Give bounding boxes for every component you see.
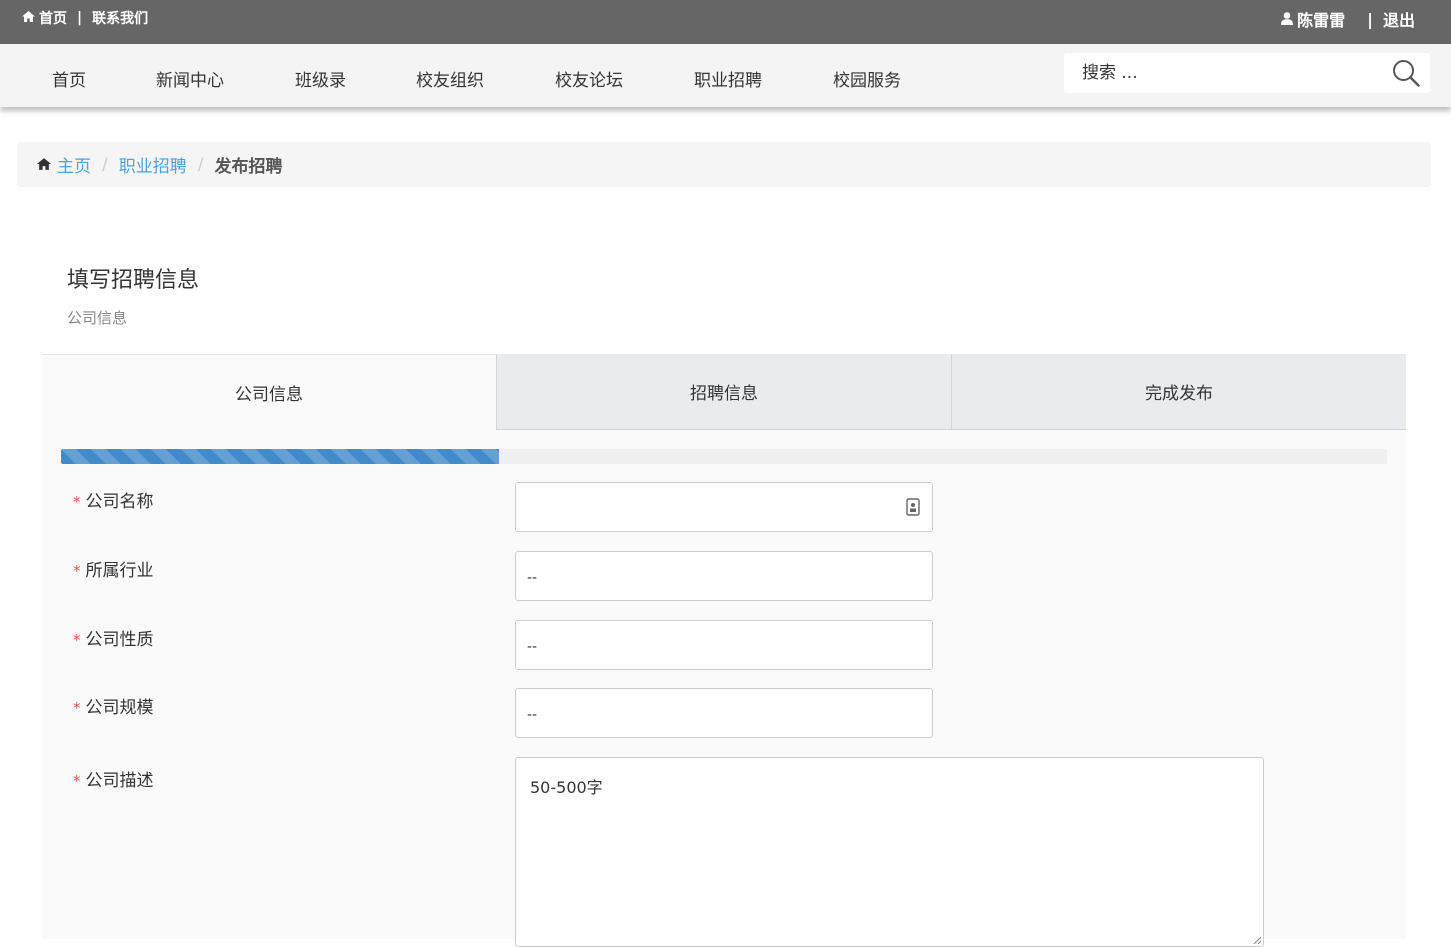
top-home-link[interactable]: 首页 (39, 8, 67, 28)
separator: | (77, 10, 83, 26)
required-mark: * (73, 772, 81, 790)
breadcrumb-current: 发布招聘 (214, 157, 283, 177)
required-mark: * (73, 699, 81, 717)
description-label: * 公司描述 (73, 771, 154, 791)
nav-item-alumni-org[interactable]: 校友组织 (416, 66, 484, 91)
progress-bar (61, 449, 1387, 464)
progress-fill (61, 449, 499, 464)
search-icon[interactable] (1392, 59, 1420, 87)
home-icon (37, 155, 51, 175)
user-icon (1281, 10, 1294, 29)
breadcrumb-home-link[interactable]: 主页 (57, 152, 91, 177)
company-name-field[interactable] (515, 482, 933, 532)
nature-label: * 公司性质 (73, 630, 154, 650)
wizard-panel: 公司信息 招聘信息 完成发布 * 公司名称 * 所属行业 -- * 公司性质 -- *… (42, 354, 1406, 947)
nav-item-campus-services[interactable]: 校园服务 (833, 66, 901, 91)
nav-item-news[interactable]: 新闻中心 (156, 66, 224, 91)
main-nav: 首页 新闻中心 班级录 校友组织 校友论坛 职业招聘 校园服务 (0, 44, 1451, 107)
page-subtitle: 公司信息 (67, 309, 128, 327)
tab-publish[interactable]: 完成发布 (951, 354, 1406, 430)
wizard-tabs: 公司信息 招聘信息 完成发布 (42, 354, 1406, 431)
industry-value: -- (527, 570, 538, 586)
separator: | (1367, 9, 1373, 29)
home-icon (22, 10, 35, 26)
resize-handle-icon[interactable] (1253, 936, 1261, 944)
nav-item-class-directory[interactable]: 班级录 (295, 66, 346, 91)
industry-select[interactable]: -- (515, 551, 933, 601)
description-textarea[interactable]: 50-500字 (515, 757, 1264, 947)
breadcrumb-separator: / (197, 154, 204, 175)
industry-label: * 所属行业 (73, 561, 154, 581)
nav-item-jobs[interactable]: 职业招聘 (694, 66, 762, 91)
nav-item-home[interactable]: 首页 (52, 66, 86, 91)
breadcrumb-jobs-link[interactable]: 职业招聘 (119, 152, 187, 177)
contact-card-icon (906, 498, 920, 516)
breadcrumb: 主页 / 职业招聘 / 发布招聘 (17, 142, 1431, 187)
top-right-links: 陈雷雷 | 退出 (1281, 7, 1415, 31)
scale-label: * 公司规模 (73, 698, 154, 718)
search-input[interactable] (1064, 53, 1392, 93)
required-mark: * (73, 493, 81, 511)
nature-value: -- (527, 639, 538, 655)
breadcrumb-separator: / (102, 154, 108, 175)
scale-value: -- (527, 707, 538, 723)
tab-company-info[interactable]: 公司信息 (42, 354, 496, 430)
top-left-links: 首页 | 联系我们 (22, 8, 148, 28)
required-mark: * (73, 631, 81, 649)
description-placeholder: 50-500字 (530, 778, 603, 797)
user-name-link[interactable]: 陈雷雷 (1297, 7, 1345, 31)
scale-select[interactable]: -- (515, 688, 933, 738)
search-box (1064, 53, 1430, 93)
tab-job-info[interactable]: 招聘信息 (496, 354, 951, 430)
top-bar: 首页 | 联系我们 陈雷雷 | 退出 (0, 0, 1451, 44)
nature-select[interactable]: -- (515, 620, 933, 670)
nav-item-forum[interactable]: 校友论坛 (555, 66, 623, 91)
page-title: 填写招聘信息 (67, 268, 200, 293)
contact-link[interactable]: 联系我们 (92, 8, 148, 28)
logout-link[interactable]: 退出 (1383, 7, 1415, 31)
required-mark: * (73, 562, 81, 580)
company-name-label: * 公司名称 (73, 492, 154, 512)
